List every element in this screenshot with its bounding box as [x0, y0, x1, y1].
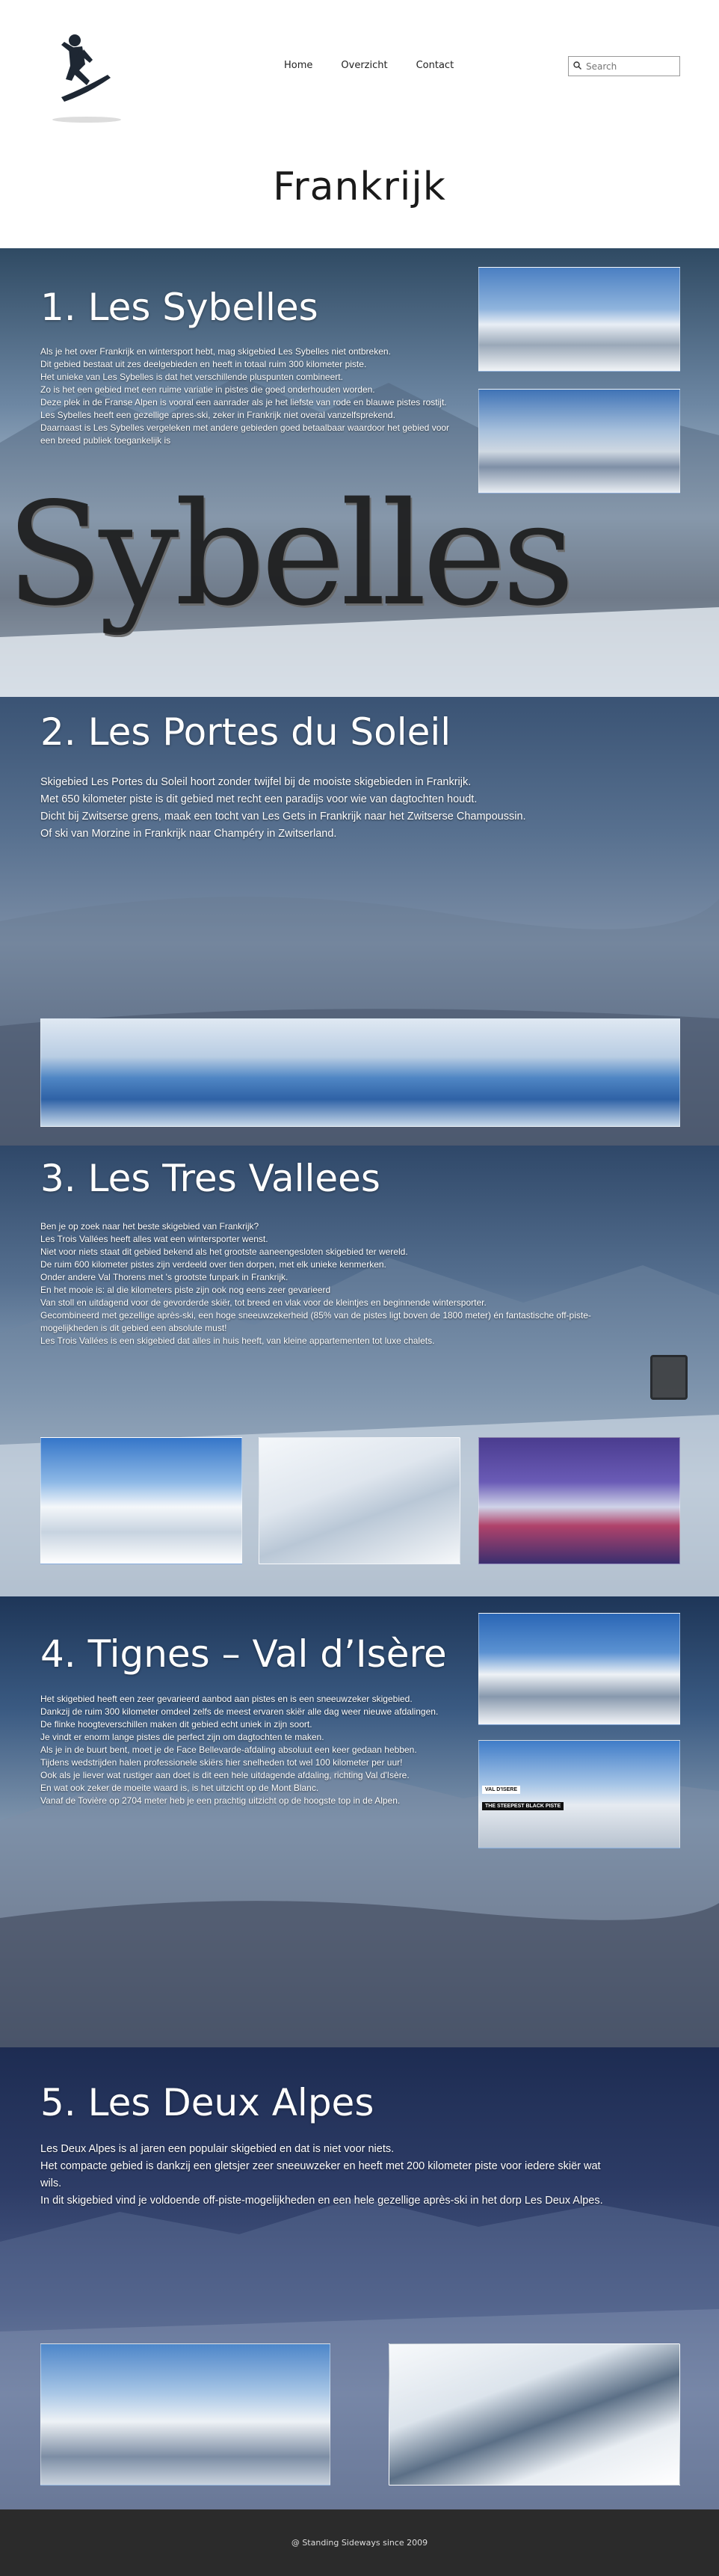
nav-contact-link[interactable]: Contact [416, 60, 454, 71]
site-header: Home Overzicht Contact Frankrijk [0, 0, 719, 248]
sybelles-sign: Sybelles [6, 472, 575, 637]
section-text: Het skigebied heeft een zeer gevarieerd … [40, 1694, 439, 1806]
portes-du-soleil-panorama [40, 1018, 680, 1127]
section-tignes-val-disere: 4. Tignes – Val d’Isère Het skigebied he… [0, 1596, 719, 2047]
tres-vallees-photo-1 [40, 1437, 242, 1564]
section-text: Als je het over Frankrijk en wintersport… [40, 346, 450, 446]
section-text: Skigebied Les Portes du Soleil hoort zon… [40, 776, 526, 840]
gondola-icon [650, 1355, 688, 1400]
section-les-portes-du-soleil: 2. Les Portes du Soleil Skigebied Les Po… [0, 697, 719, 1146]
tignes-photo-2: VAL D'ISERE THE STEEPEST BLACK PISTE [478, 1740, 680, 1848]
section-title: 1. Les Sybelles [40, 286, 318, 329]
search-box[interactable] [568, 56, 680, 76]
sybelles-photo-1 [478, 267, 680, 372]
section-title: 4. Tignes – Val d’Isère [40, 1632, 447, 1676]
deux-alpes-photo-1 [40, 2343, 330, 2486]
section-les-sybelles: Sybelles 1. Les Sybelles Als je het over… [0, 248, 719, 697]
section-text: Ben je op zoek naar het beste skigebied … [40, 1221, 591, 1346]
nav-home-link[interactable]: Home [284, 60, 312, 71]
section-les-tres-vallees: 3. Les Tres Vallees Ben je op zoek naar … [0, 1146, 719, 1596]
val-disere-caption: VAL D'ISERE [482, 1786, 521, 1794]
deux-alpes-photo-2 [389, 2343, 680, 2486]
section-text: Les Deux Alpes is al jaren een populair … [40, 2143, 603, 2207]
section-title: 3. Les Tres Vallees [40, 1157, 380, 1200]
section-title: 2. Les Portes du Soleil [40, 710, 451, 754]
snowboarder-logo[interactable] [46, 25, 127, 126]
sybelles-photo-2 [478, 389, 680, 494]
search-input[interactable] [586, 61, 668, 72]
tignes-photo-1 [478, 1613, 680, 1725]
section-les-deux-alpes: 5. Les Deux Alpes Les Deux Alpes is al j… [0, 2047, 719, 2509]
footer-copyright: @ Standing Sideways since 2009 [291, 2538, 428, 2548]
site-footer: @ Standing Sideways since 2009 [0, 2509, 719, 2576]
tres-vallees-photo-2 [259, 1437, 460, 1564]
nav-overview-link[interactable]: Overzicht [341, 60, 387, 71]
steepest-piste-caption: THE STEEPEST BLACK PISTE [482, 1802, 564, 1810]
search-icon [573, 60, 581, 73]
page-title: Frankrijk [273, 165, 446, 209]
tres-vallees-photo-3 [478, 1437, 680, 1564]
section-title: 5. Les Deux Alpes [40, 2081, 374, 2124]
main-nav: Home Overzicht Contact [284, 60, 454, 71]
